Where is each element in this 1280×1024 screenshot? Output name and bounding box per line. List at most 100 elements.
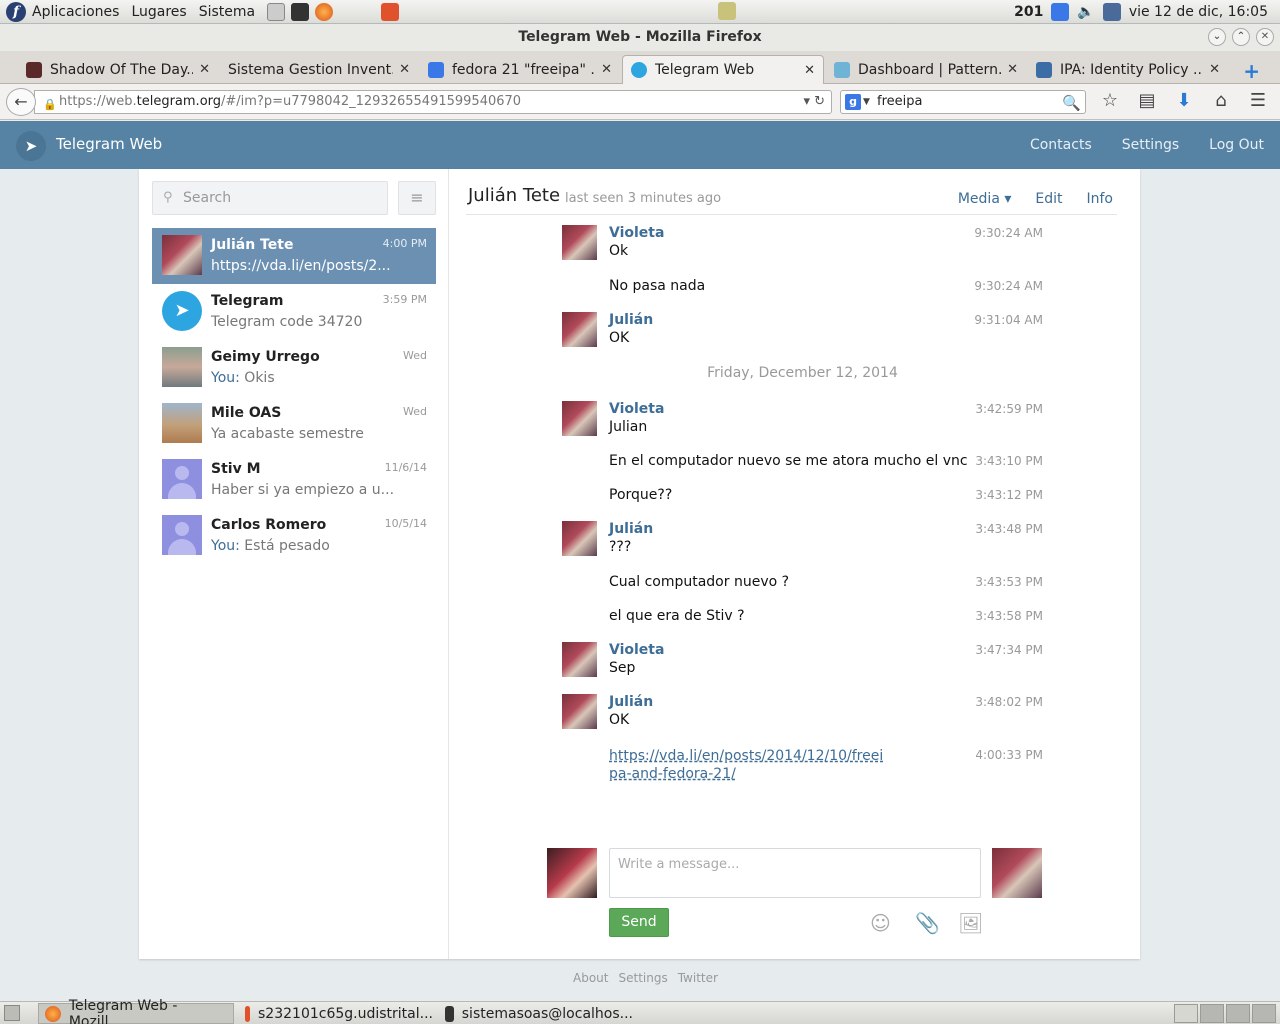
task-firefox[interactable]: Telegram Web - Mozill... — [38, 998, 234, 1024]
reload-icon[interactable]: ▾ ↻ — [803, 91, 825, 113]
fedora-logo-icon[interactable]: f — [6, 1, 26, 22]
peer-name[interactable]: Julián Tete — [468, 185, 560, 206]
tab-title: Telegram Web — [655, 62, 755, 78]
avatar[interactable] — [562, 642, 597, 677]
telegram-logo-icon[interactable]: ➤ — [16, 131, 46, 161]
twitter-link[interactable]: Twitter — [678, 971, 718, 985]
menu-aplicaciones[interactable]: Aplicaciones — [32, 4, 119, 20]
edit-link[interactable]: Edit — [1035, 191, 1062, 207]
clock[interactable]: vie 12 de dic, 16:05 — [1129, 4, 1268, 20]
tab-telegram-web[interactable]: Telegram Web ✕ — [622, 55, 824, 84]
menu-lugares[interactable]: Lugares — [131, 4, 186, 20]
dialog-item[interactable]: Geimy Urrego Wed You: Okis — [152, 340, 436, 396]
notification-icon[interactable] — [718, 2, 736, 20]
bookmarks-list-icon[interactable]: ▤ — [1135, 90, 1159, 111]
dialogs-menu-icon[interactable]: ≡ — [398, 181, 436, 215]
message: En el computador nuevo se me atora mucho… — [562, 453, 1043, 473]
photo-icon[interactable]: 🖼 — [958, 911, 983, 935]
avatar[interactable] — [562, 225, 597, 260]
dialog-preview: You: Está pesado — [211, 538, 330, 554]
message-link[interactable]: https://vda.li/en/posts/2014/12/10/freei… — [609, 747, 889, 783]
tab-close-icon[interactable]: ✕ — [804, 63, 815, 78]
close-icon[interactable]: ✕ — [1256, 28, 1274, 46]
tab-fedora-freeipa[interactable]: fedora 21 "freeipa" ... ✕ — [420, 55, 620, 84]
logout-link[interactable]: Log Out — [1209, 137, 1264, 153]
avatar[interactable] — [562, 312, 597, 347]
terminal-icon — [445, 1005, 454, 1022]
engine-dropdown-icon[interactable]: ▼ — [863, 91, 870, 113]
maximize-icon[interactable]: ⌃ — [1232, 28, 1250, 46]
workspace-3[interactable] — [1226, 1004, 1250, 1023]
message-author[interactable]: Violeta — [609, 225, 664, 241]
message-input[interactable]: Write a message... — [609, 848, 981, 898]
avatar[interactable] — [562, 401, 597, 436]
tab-close-icon[interactable]: ✕ — [399, 62, 410, 77]
message-author[interactable]: Violeta — [609, 401, 664, 417]
tab-close-icon[interactable]: ✕ — [1007, 62, 1018, 77]
menu-sistema[interactable]: Sistema — [199, 4, 255, 20]
download-icon[interactable]: ⬇ — [1172, 90, 1196, 111]
avatar[interactable] — [562, 521, 597, 556]
info-link[interactable]: Info — [1087, 191, 1114, 207]
search-icon[interactable]: 🔍 — [1062, 92, 1081, 114]
show-desktop-icon[interactable] — [4, 1005, 20, 1021]
app-launcher-icon[interactable] — [381, 2, 400, 21]
workspace-2[interactable] — [1200, 1004, 1224, 1023]
workspace-4[interactable] — [1252, 1004, 1276, 1023]
send-button[interactable]: Send — [609, 908, 669, 937]
home-icon[interactable]: ⌂ — [1209, 90, 1233, 111]
message-text: Cual computador nuevo ? — [609, 574, 790, 590]
volume-icon[interactable]: 🔈 — [1077, 4, 1094, 20]
bookmark-star-icon[interactable]: ☆ — [1098, 90, 1122, 111]
dialog-item[interactable]: Julián Tete 4:00 PM https://vda.li/en/po… — [152, 228, 436, 284]
dialog-item[interactable]: Mile OAS Wed Ya acabaste semestre — [152, 396, 436, 452]
avatar[interactable] — [562, 694, 597, 729]
search-bar[interactable]: g ▼ freeipa 🔍 — [840, 90, 1086, 114]
message-author[interactable]: Julián — [609, 312, 653, 328]
back-button[interactable]: ← — [6, 88, 36, 116]
network-icon[interactable] — [1102, 3, 1121, 21]
message-author[interactable]: Julián — [609, 521, 653, 537]
tab-close-icon[interactable]: ✕ — [1209, 62, 1220, 77]
emoji-icon[interactable]: ☺ — [870, 911, 891, 935]
tab-sistema-gestion[interactable]: Sistema Gestion Invent... ✕ — [218, 55, 418, 84]
dialog-name: Stiv M — [211, 461, 261, 477]
google-engine-icon[interactable]: g — [845, 94, 861, 110]
task-terminal[interactable]: sistemasoas@localhos... — [438, 1003, 634, 1024]
telegram-header: ➤ Telegram Web Contacts Settings Log Out — [0, 121, 1280, 169]
search-input[interactable]: ⚲ Search — [152, 181, 388, 215]
telegram-brand[interactable]: Telegram Web — [56, 135, 162, 153]
message-author[interactable]: Violeta — [609, 642, 664, 658]
contacts-link[interactable]: Contacts — [1030, 137, 1092, 153]
attach-icon[interactable]: 📎 — [915, 911, 940, 935]
dialog-item[interactable]: Stiv M 11/6/14 Haber si ya empiezo a u..… — [152, 452, 436, 508]
task-remote[interactable]: s232101c65g.udistrital... — [238, 1003, 434, 1024]
message-author[interactable]: Julián — [609, 694, 653, 710]
settings-link[interactable]: Settings — [1122, 137, 1179, 153]
tab-title: Shadow Of The Day... — [50, 61, 194, 78]
text-editor-launcher-icon[interactable] — [267, 2, 286, 21]
tab-close-icon[interactable]: ✕ — [199, 62, 210, 77]
dialog-item[interactable]: ➤ Telegram 3:59 PM Telegram code 34720 — [152, 284, 436, 340]
tab-shadow-of-the-day[interactable]: Shadow Of The Day... ✕ — [18, 55, 218, 84]
media-dropdown[interactable]: Media ▾ — [958, 191, 1012, 207]
footer-settings-link[interactable]: Settings — [618, 971, 667, 985]
firefox-launcher-icon[interactable] — [315, 2, 334, 21]
minimize-icon[interactable]: ⌄ — [1208, 28, 1226, 46]
message-time: 4:00:33 PM — [975, 748, 1043, 762]
workspace-1[interactable] — [1174, 1004, 1198, 1023]
about-link[interactable]: About — [573, 971, 608, 985]
peer-avatar[interactable] — [992, 848, 1042, 898]
url-bar[interactable]: 🔒 https://web.telegram.org/#/im?p=u77980… — [34, 90, 832, 114]
own-avatar[interactable] — [547, 848, 597, 898]
dialog-item[interactable]: Carlos Romero 10/5/14 You: Está pesado — [152, 508, 436, 564]
sync-icon[interactable] — [1051, 3, 1070, 21]
tab-dashboard-pattern[interactable]: Dashboard | Pattern... ✕ — [826, 55, 1026, 84]
peer-status: last seen 3 minutes ago — [565, 191, 722, 206]
terminal-launcher-icon[interactable] — [291, 2, 310, 21]
new-tab-icon[interactable]: + — [1243, 59, 1260, 83]
tab-close-icon[interactable]: ✕ — [601, 62, 612, 77]
menu-icon[interactable]: ☰ — [1246, 90, 1270, 111]
lock-icon[interactable]: 🔒 — [43, 94, 57, 116]
tab-ipa-identity[interactable]: IPA: Identity Policy ... ✕ — [1028, 55, 1228, 84]
